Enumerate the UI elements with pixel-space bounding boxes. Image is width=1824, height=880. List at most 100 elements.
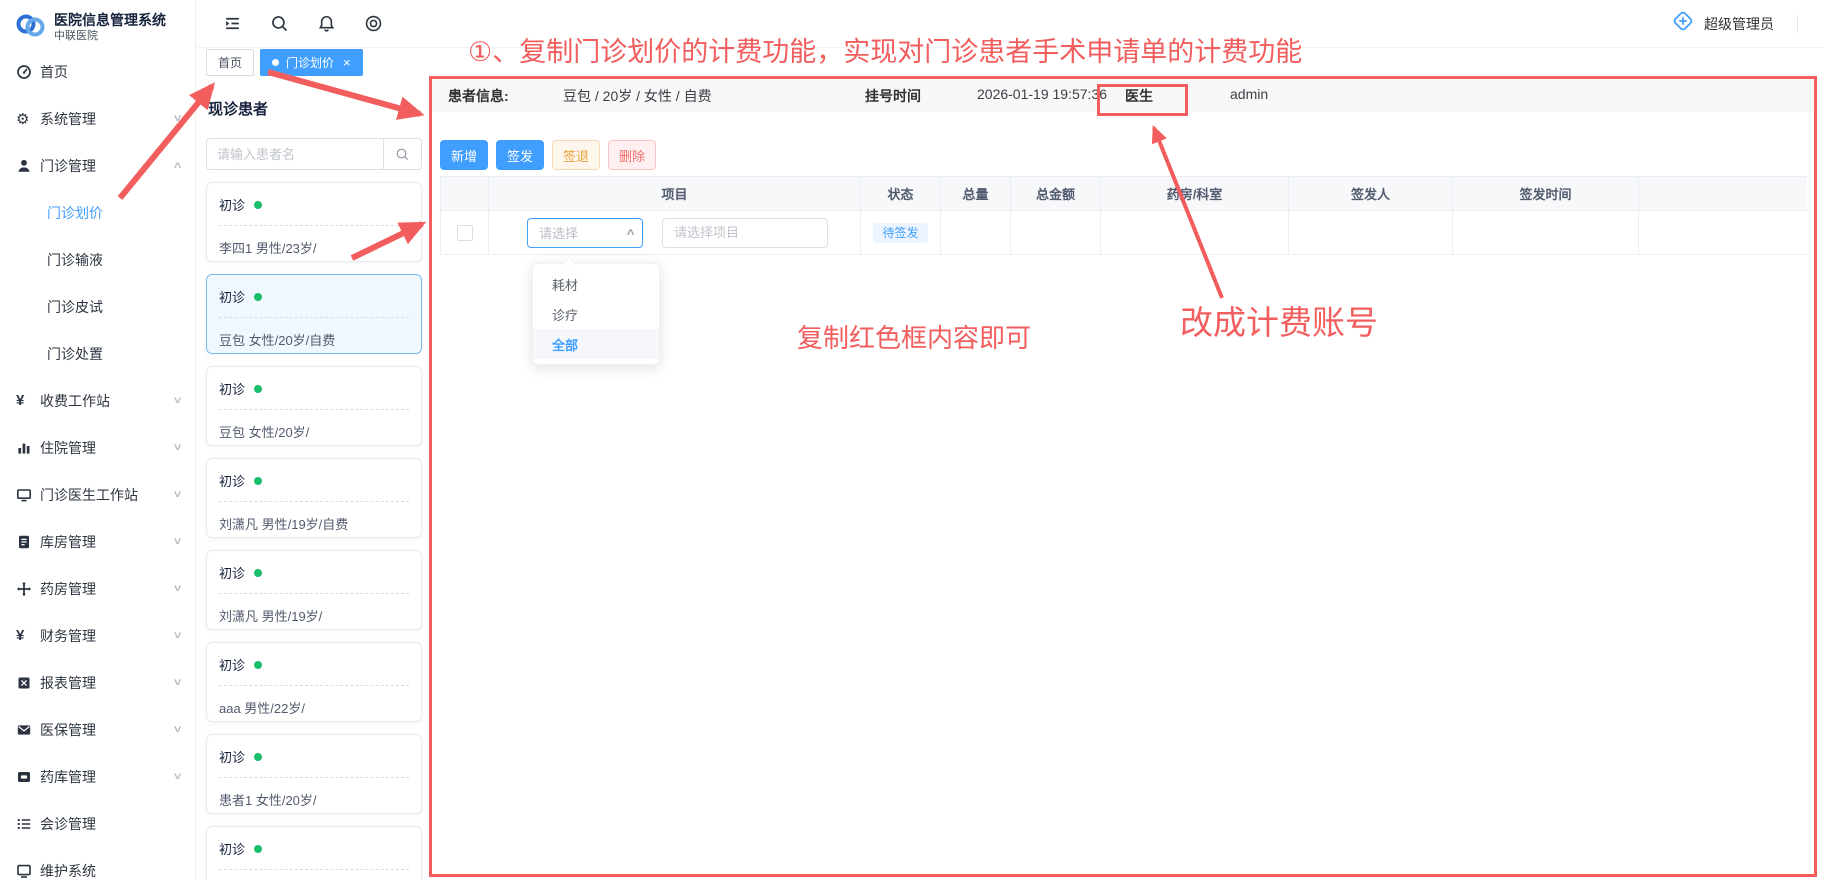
close-tab-icon[interactable]: × — [343, 56, 351, 69]
dropdown-option-耗材[interactable]: 耗材 — [533, 269, 659, 299]
sidebar-item-doctor-workstation[interactable]: 门诊医生工作站 ∨ — [0, 471, 195, 518]
search-icon[interactable] — [269, 14, 289, 34]
item-type-dropdown: 耗材诊疗全部 — [532, 263, 660, 365]
status-dot-icon — [254, 845, 262, 853]
tab-outpatient-pricing[interactable]: 门诊划价 × — [260, 49, 363, 76]
status-dot-icon — [254, 477, 262, 485]
chevron-down-icon: ∨ — [172, 630, 183, 641]
bell-icon[interactable] — [316, 14, 336, 34]
topbar: 超级管理员 — [196, 0, 1824, 48]
table-header-cell: 总量 — [941, 177, 1011, 211]
chevron-up-icon: ∧ — [625, 227, 636, 238]
sidebar-item-pharmacy[interactable]: 药房管理 ∨ — [0, 565, 195, 612]
chevron-down-icon: ∨ — [172, 442, 183, 453]
patient-card[interactable]: 初诊 豆包 女性/20岁/ — [206, 366, 422, 446]
chevron-down-icon: ∨ — [172, 113, 183, 124]
patient-search-input[interactable] — [207, 139, 383, 169]
table-header-cell: 总金额 — [1011, 177, 1101, 211]
sidebar-item-system[interactable]: ⚙ 系统管理 ∨ — [0, 95, 195, 142]
sidebar-item-infusion[interactable]: 门诊输液 — [0, 236, 195, 283]
delete-button[interactable]: 删除 — [608, 140, 656, 170]
user-icon — [16, 158, 40, 174]
patient-panel-title: 现诊患者 — [208, 98, 422, 118]
visit-type-label: 初诊 — [219, 655, 245, 674]
sidebar-menu: 首页 ⚙ 系统管理 ∨ 门诊管理 ∧ 门诊划价 门诊输液 门诊皮试 门诊处置 ¥… — [0, 48, 195, 880]
chevron-down-icon: ∨ — [172, 583, 183, 594]
help-ring-icon[interactable] — [363, 14, 383, 34]
status-dot-icon — [254, 661, 262, 669]
app-title: 医院信息管理系统 — [54, 12, 166, 29]
sidebar: 医院信息管理系统 中联医院 首页 ⚙ 系统管理 ∨ 门诊管理 ∧ 门诊划价 门诊… — [0, 0, 196, 880]
dropdown-option-全部[interactable]: 全部 — [533, 329, 659, 359]
status-dot-icon — [254, 753, 262, 761]
user-name: 超级管理员 — [1704, 14, 1774, 34]
chevron-down-icon: ∨ — [172, 771, 183, 782]
collapse-menu-icon[interactable] — [222, 14, 242, 34]
chevron-down-icon: ∨ — [172, 395, 183, 406]
item-select-input[interactable] — [662, 218, 828, 248]
sidebar-item-warehouse[interactable]: 库房管理 ∨ — [0, 518, 195, 565]
sidebar-item-finance[interactable]: ¥ 财务管理 ∨ — [0, 612, 195, 659]
table-header-cell — [1639, 177, 1807, 211]
table-header-cell: 药房/科室 — [1101, 177, 1289, 211]
sidebar-item-outpatient[interactable]: 门诊管理 ∧ — [0, 142, 195, 189]
visit-type-label: 初诊 — [219, 379, 245, 398]
visit-type-label: 初诊 — [219, 839, 245, 858]
move-icon — [16, 581, 40, 597]
add-button[interactable]: 新增 — [440, 140, 488, 170]
row-checkbox[interactable] — [457, 225, 473, 241]
sidebar-item-inpatient[interactable]: 住院管理 ∨ — [0, 424, 195, 471]
item-type-select[interactable]: 请选择 ∧ — [527, 218, 643, 248]
sidebar-item-skin-test[interactable]: 门诊皮试 — [0, 283, 195, 330]
report-icon — [16, 675, 40, 691]
tabbar: 首页 门诊划价 × — [196, 48, 1824, 76]
dropdown-option-诊疗[interactable]: 诊疗 — [533, 299, 659, 329]
patient-info-label: 患者信息: — [448, 86, 509, 106]
sidebar-item-drug-store[interactable]: 药库管理 ∨ — [0, 753, 195, 800]
visit-type-label: 初诊 — [219, 563, 245, 582]
sidebar-item-reports[interactable]: 报表管理 ∨ — [0, 659, 195, 706]
table-header-row: 项目状态总量总金额药房/科室签发人签发时间 — [441, 177, 1807, 211]
list-icon — [16, 816, 40, 832]
sidebar-item-maintenance[interactable]: 维护系统 — [0, 847, 195, 880]
app-logo-icon — [14, 12, 46, 45]
sidebar-item-pricing[interactable]: 门诊划价 — [0, 189, 195, 236]
patient-card[interactable]: 初诊 刘潇凡 男性/19岁/自费 — [206, 458, 422, 538]
visit-type-label: 初诊 — [219, 471, 245, 490]
billing-table: 项目状态总量总金额药房/科室签发人签发时间 请选择 ∧ 待签发 — [440, 176, 1807, 255]
yuan-icon: ¥ — [16, 392, 40, 409]
patient-card[interactable]: 初诊 aaa 男性/22岁/ — [206, 642, 422, 722]
status-dot-icon — [254, 293, 262, 301]
mail-icon — [16, 722, 40, 738]
patient-search — [206, 138, 422, 170]
table-header-cell: 状态 — [861, 177, 941, 211]
patient-card[interactable]: 初诊 李四1 男性/23岁/ — [206, 182, 422, 262]
yuan-icon: ¥ — [16, 627, 40, 644]
patient-info-text: 患者1 女性/20岁/ — [219, 778, 409, 809]
visit-type-label: 初诊 — [219, 747, 245, 766]
issue-button[interactable]: 签发 — [496, 140, 544, 170]
patient-card[interactable]: 初诊 豆包 女性/20岁/自费 — [206, 274, 422, 354]
patient-card[interactable]: 初诊 — [206, 826, 422, 880]
patient-search-button[interactable] — [383, 139, 421, 169]
main-content: 患者信息: 豆包 / 20岁 / 女性 / 自费 挂号时间 2026-01-19… — [430, 76, 1816, 880]
user-menu[interactable]: 超级管理员 — [1671, 9, 1824, 38]
status-dot-icon — [254, 201, 262, 209]
sidebar-item-consultation[interactable]: 会诊管理 — [0, 800, 195, 847]
sidebar-item-charging[interactable]: ¥ 收费工作站 ∨ — [0, 377, 195, 424]
dashboard-icon — [16, 64, 40, 80]
sidebar-item-treatment[interactable]: 门诊处置 — [0, 330, 195, 377]
sidebar-item-insurance[interactable]: 医保管理 ∨ — [0, 706, 195, 753]
sidebar-item-home[interactable]: 首页 — [0, 48, 195, 95]
patient-card[interactable]: 初诊 患者1 女性/20岁/ — [206, 734, 422, 814]
registration-time-value: 2026-01-19 19:57:36 — [977, 86, 1107, 102]
registration-time-label: 挂号时间 — [865, 86, 921, 106]
visit-type-label: 初诊 — [219, 287, 245, 306]
table-header-cell: 签发时间 — [1453, 177, 1639, 211]
table-header-cell: 项目 — [489, 177, 861, 211]
patient-card[interactable]: 初诊 刘潇凡 男性/19岁/ — [206, 550, 422, 630]
patient-info-bar: 患者信息: 豆包 / 20岁 / 女性 / 自费 挂号时间 2026-01-19… — [430, 78, 1816, 112]
visit-type-label: 初诊 — [219, 195, 245, 214]
tab-home[interactable]: 首页 — [206, 49, 254, 76]
revoke-button[interactable]: 签退 — [552, 140, 600, 170]
